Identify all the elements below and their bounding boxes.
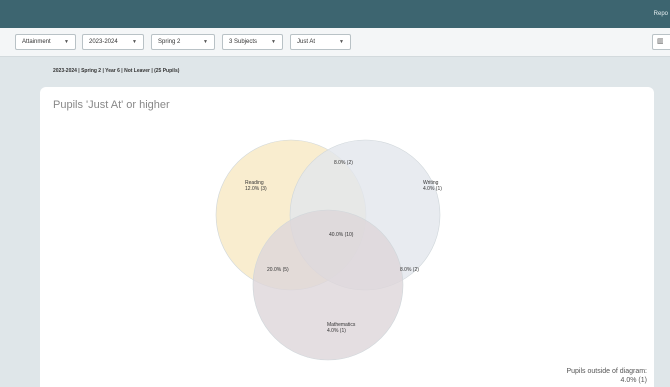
report-link[interactable]: Repo <box>654 11 668 17</box>
mathematics-circle <box>252 209 404 361</box>
mathematics-value: 4.0% (1) <box>327 328 346 334</box>
year-select-value: 2023-2024 <box>89 39 118 45</box>
chevron-down-icon: ▼ <box>271 39 276 45</box>
chevron-down-icon: ▼ <box>64 39 69 45</box>
venn-card: Pupils 'Just At' or higher Reading 12.0%… <box>40 87 654 387</box>
term-select[interactable]: Spring 2 ▼ <box>151 34 215 50</box>
measure-select-value: Attainment <box>22 39 51 45</box>
reading-label: Reading 12.0% (3) <box>245 180 267 192</box>
outside-label: Pupils outside of diagram: <box>566 368 647 375</box>
writing-mathematics-label: 8.0% (2) <box>400 267 419 273</box>
all-three-label: 40.0% (10) <box>329 232 354 238</box>
bar-chart-icon: ▥ <box>657 38 664 45</box>
breadcrumb: 2023-2024 | Spring 2 | Year 6 | Not Leav… <box>53 68 180 74</box>
threshold-select[interactable]: Just At ▼ <box>290 34 351 50</box>
mathematics-label: Mathematics 4.0% (1) <box>327 322 355 334</box>
chevron-down-icon: ▼ <box>339 39 344 45</box>
reading-mathematics-label: 20.0% (5) <box>267 267 289 273</box>
reading-writing-label: 8.0% (2) <box>334 160 353 166</box>
threshold-select-value: Just At <box>297 39 316 45</box>
outside-diagram-note: Pupils outside of diagram: 4.0% (1) <box>566 367 647 385</box>
chevron-down-icon: ▼ <box>203 39 208 45</box>
top-bar: Repo <box>0 0 670 28</box>
chevron-down-icon: ▼ <box>132 39 137 45</box>
writing-value: 4.0% (1) <box>423 186 442 192</box>
subjects-select-value: 3 Subjects <box>229 39 258 45</box>
outside-value: 4.0% (1) <box>620 377 647 384</box>
measure-select[interactable]: Attainment ▼ <box>15 34 76 50</box>
year-select[interactable]: 2023-2024 ▼ <box>82 34 144 50</box>
writing-label: Writing 4.0% (1) <box>423 180 442 192</box>
term-select-value: Spring 2 <box>158 39 181 45</box>
chart-view-button[interactable]: ▥ <box>652 34 670 50</box>
filter-bar: Attainment ▼ 2023-2024 ▼ Spring 2 ▼ 3 Su… <box>0 28 670 57</box>
reading-value: 12.0% (3) <box>245 186 267 192</box>
subjects-select[interactable]: 3 Subjects ▼ <box>222 34 283 50</box>
